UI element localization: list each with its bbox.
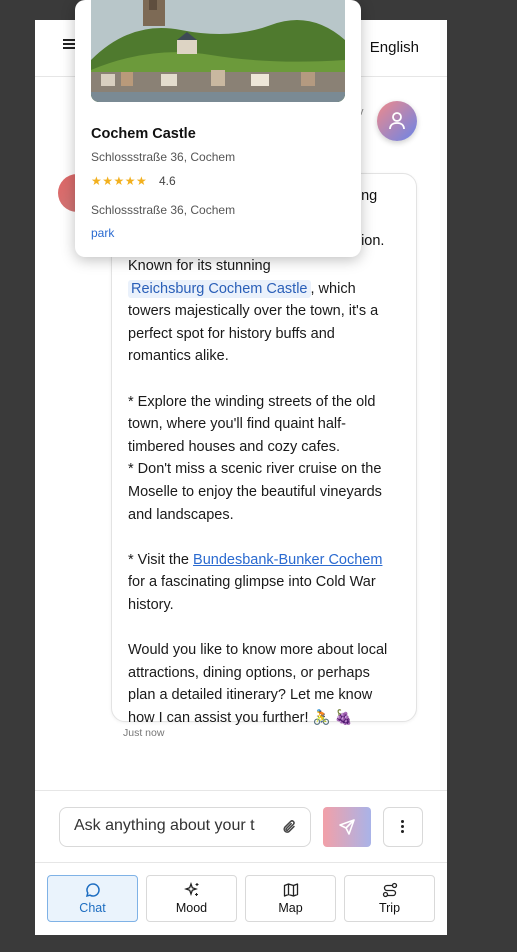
place-address: Schlossstraße 36, Cochem [91, 150, 236, 164]
message-line: timbered houses and cozy cafes. [128, 438, 340, 455]
message-line: plan a detailed itinerary? Let me know [128, 687, 373, 704]
place-link[interactable]: Bundesbank-Bunker Cochem [193, 552, 382, 568]
message-line: history. [128, 596, 174, 613]
more-options-button[interactable] [383, 807, 423, 847]
message-line [128, 526, 404, 549]
map-icon [283, 883, 298, 897]
nav-trip[interactable]: Trip [344, 875, 435, 922]
message-line: for a fascinating glimpse into Cold War [128, 574, 376, 591]
user-avatar [377, 101, 417, 141]
message-line: towers majestically over the town, it's … [128, 303, 379, 320]
message-line: town, where you'll find quaint half- [128, 416, 346, 433]
nav-label: Map [278, 901, 303, 915]
nav-label: Trip [378, 901, 401, 915]
message-line: * Explore the winding streets of the old [128, 393, 376, 410]
place-popup[interactable]: Cochem Castle Schlossstraße 36, Cochem ★… [75, 0, 361, 257]
message-timestamp: Just now [123, 727, 165, 739]
message-body: Known for its stunning Reichsburg Cochem… [128, 255, 404, 729]
message-text: , which [310, 280, 356, 297]
nav-map[interactable]: Map [245, 875, 336, 922]
nav-label: Chat [79, 901, 106, 915]
place-photo [91, 0, 345, 102]
castle-photo-icon [91, 0, 345, 102]
rating-stars-icon: ★★★★★ [91, 174, 148, 188]
message-line: romantics alike. [128, 348, 229, 365]
place-rating: 4.6 [159, 174, 176, 188]
message-line: * Don't miss a scenic river cruise on th… [128, 461, 382, 478]
place-address-secondary: Schlossstraße 36, Cochem [91, 203, 236, 217]
place-category[interactable]: park [91, 226, 114, 240]
message-line: how I can assist you further! 🚴 🍇 [128, 709, 353, 726]
place-title: Cochem Castle [91, 126, 196, 142]
message-line: Would you like to know more about local [128, 642, 388, 659]
place-chip[interactable]: Reichsburg Cochem Castle [128, 279, 311, 298]
paperclip-icon[interactable] [282, 818, 298, 836]
composer [35, 790, 447, 863]
nav-label: Mood [175, 901, 208, 915]
message-line: perfect spot for history buffs and [128, 325, 335, 342]
message-input[interactable] [72, 816, 266, 836]
chat-bubble-icon [85, 883, 100, 898]
message-line: attractions, dining options, or perhaps [128, 664, 370, 681]
message-line: and landscapes. [128, 506, 234, 523]
message-line: * Visit the Bundesbank-Bunker Cochem [128, 549, 404, 572]
language-selector[interactable]: English [370, 39, 419, 56]
message-line: Reichsburg Cochem Castle, which [128, 278, 404, 301]
nav-mood[interactable]: Mood [146, 875, 237, 922]
route-icon [382, 882, 397, 898]
message-line [128, 617, 404, 640]
message-line: Moselle to enjoy the beautiful vineyards [128, 483, 382, 500]
bottom-nav: Chat Mood Map Trip [35, 862, 447, 935]
user-icon [389, 112, 405, 130]
send-button[interactable] [323, 807, 371, 847]
message-input-wrapper[interactable] [59, 807, 311, 847]
message-text: * Visit the [128, 551, 194, 568]
send-icon [339, 819, 355, 835]
nav-chat[interactable]: Chat [47, 875, 138, 922]
message-line: Known for its stunning [128, 258, 271, 274]
message-line [128, 368, 404, 391]
sparkles-icon [183, 882, 198, 896]
